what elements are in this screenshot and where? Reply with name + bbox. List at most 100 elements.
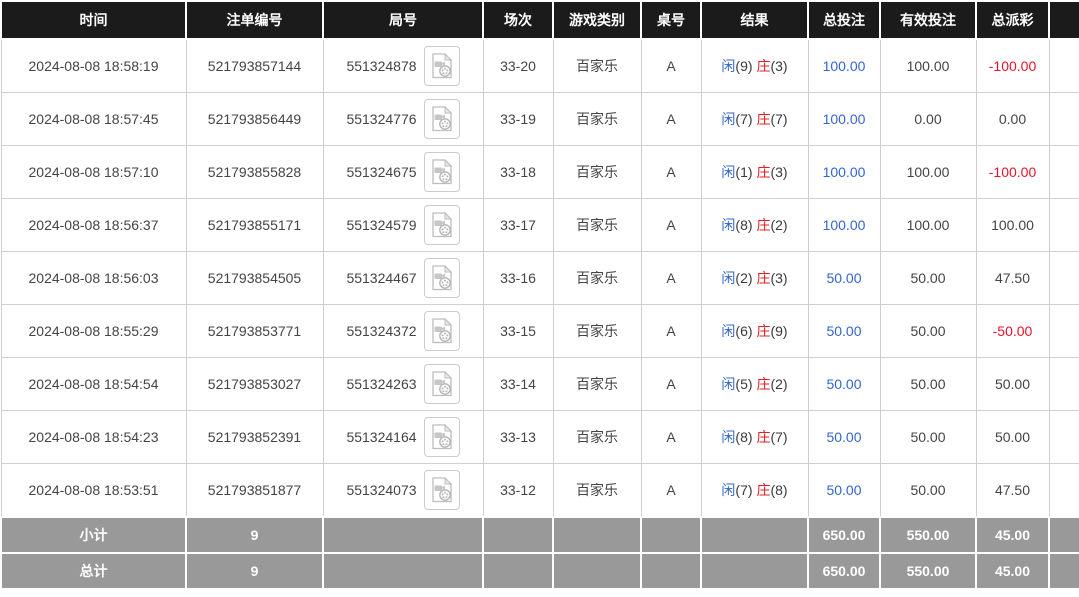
round-id-wrap: 551324878 — [326, 46, 481, 86]
video-replay-button[interactable] — [424, 152, 460, 192]
banker-result-score: (7) — [770, 429, 787, 445]
video-file-icon — [431, 477, 453, 503]
table-no-cell: A — [641, 39, 701, 93]
banker-result-label: 庄 — [756, 482, 770, 498]
video-file-icon — [431, 159, 453, 185]
banker-result-label: 庄 — [756, 376, 770, 392]
total-payout-cell: -100.00 — [976, 146, 1049, 199]
summary-empty-cell — [323, 517, 483, 553]
valid-bet-cell: 0.00 — [880, 93, 976, 146]
video-replay-button[interactable] — [424, 258, 460, 298]
subtotal-row: 小计9650.00550.0045.00 — [1, 517, 1079, 553]
result-cell: 闲(8) 庄(7) — [701, 411, 808, 464]
summary-total-bet-cell: 650.00 — [808, 553, 880, 589]
player-result-label: 闲 — [721, 58, 735, 74]
result-cell: 闲(9) 庄(3) — [701, 39, 808, 93]
video-replay-button[interactable] — [424, 311, 460, 351]
round-id-text: 551324579 — [346, 217, 416, 233]
total-bet-cell: 100.00 — [808, 146, 880, 199]
table-row: 2024-08-08 18:53:51521793851877551324073… — [1, 464, 1079, 518]
bet-id-cell: 521793851877 — [186, 464, 323, 518]
video-replay-button[interactable] — [424, 46, 460, 86]
result-cell: 闲(8) 庄(2) — [701, 199, 808, 252]
bet-id-cell: 521793854505 — [186, 252, 323, 305]
video-replay-button[interactable] — [424, 99, 460, 139]
valid-bet-cell: 50.00 — [880, 305, 976, 358]
table-row: 2024-08-08 18:54:54521793853027551324263… — [1, 358, 1079, 411]
result-cell: 闲(5) 庄(2) — [701, 358, 808, 411]
bet-id-cell: 521793856449 — [186, 93, 323, 146]
table-no-cell: A — [641, 93, 701, 146]
banker-result-label: 庄 — [756, 58, 770, 74]
overflow-cell — [1049, 517, 1079, 553]
time-cell: 2024-08-08 18:56:03 — [1, 252, 186, 305]
video-replay-button[interactable] — [424, 470, 460, 510]
round-id-text: 551324776 — [346, 111, 416, 127]
valid-bet-cell: 100.00 — [880, 199, 976, 252]
player-result-score: (9) — [735, 58, 752, 74]
player-result-score: (2) — [735, 270, 752, 286]
column-header-bet_id: 注单编号 — [186, 1, 323, 39]
session-cell: 33-20 — [483, 39, 553, 93]
round-id-text: 551324467 — [346, 270, 416, 286]
round-id-wrap: 551324263 — [326, 364, 481, 404]
summary-empty-cell — [323, 553, 483, 589]
total-bet-cell: 50.00 — [808, 305, 880, 358]
summary-empty-cell — [701, 553, 808, 589]
session-cell: 33-16 — [483, 252, 553, 305]
video-file-icon — [431, 318, 453, 344]
round-id-wrap: 551324675 — [326, 152, 481, 192]
banker-result-label: 庄 — [756, 270, 770, 286]
player-result-label: 闲 — [721, 429, 735, 445]
column-header-result: 结果 — [701, 1, 808, 39]
bet-id-cell: 521793855828 — [186, 146, 323, 199]
valid-bet-cell: 100.00 — [880, 146, 976, 199]
banker-result-score: (7) — [770, 111, 787, 127]
table-row: 2024-08-08 18:56:03521793854505 551324467… — [1, 252, 1079, 305]
summary-empty-cell — [701, 517, 808, 553]
banker-result-label: 庄 — [756, 429, 770, 445]
overflow-cell — [1049, 93, 1079, 146]
total-payout-cell: 100.00 — [976, 199, 1049, 252]
table-no-cell: A — [641, 199, 701, 252]
banker-result-score: (3) — [770, 164, 787, 180]
player-result-label: 闲 — [721, 270, 735, 286]
session-cell: 33-14 — [483, 358, 553, 411]
player-result-label: 闲 — [721, 111, 735, 127]
round-id-text: 551324675 — [346, 164, 416, 180]
video-replay-button[interactable] — [424, 417, 460, 457]
round-id-cell: 551324073 — [323, 464, 483, 518]
overflow-cell — [1049, 199, 1079, 252]
round-id-wrap: 551324164 — [326, 417, 481, 457]
round-id-cell: 551324164 — [323, 411, 483, 464]
game-type-cell: 百家乐 — [553, 199, 641, 252]
round-id-cell: 551324263 — [323, 358, 483, 411]
bet-id-cell: 521793852391 — [186, 411, 323, 464]
player-result-score: (6) — [735, 323, 752, 339]
total-payout-cell: -100.00 — [976, 39, 1049, 93]
banker-result-score: (2) — [770, 217, 787, 233]
summary-valid-bet-cell: 550.00 — [880, 517, 976, 553]
overflow-cell — [1049, 252, 1079, 305]
banker-result-score: (3) — [770, 270, 787, 286]
player-result-score: (1) — [735, 164, 752, 180]
summary-empty-cell — [553, 553, 641, 589]
time-cell: 2024-08-08 18:54:23 — [1, 411, 186, 464]
video-file-icon — [431, 265, 453, 291]
session-cell: 33-12 — [483, 464, 553, 518]
player-result-label: 闲 — [721, 482, 735, 498]
video-replay-button[interactable] — [424, 205, 460, 245]
result-cell: 闲(6) 庄(9) — [701, 305, 808, 358]
banker-result-score: (3) — [770, 58, 787, 74]
game-type-cell: 百家乐 — [553, 39, 641, 93]
round-id-cell: 551324467 — [323, 252, 483, 305]
video-replay-button[interactable] — [424, 364, 460, 404]
summary-empty-cell — [641, 553, 701, 589]
result-cell: 闲(7) 庄(8) — [701, 464, 808, 518]
table-no-cell: A — [641, 305, 701, 358]
column-header-total_payout: 总派彩 — [976, 1, 1049, 39]
table-row: 2024-08-08 18:56:37521793855171551324579… — [1, 199, 1079, 252]
total-bet-cell: 50.00 — [808, 464, 880, 518]
round-id-cell: 551324878 — [323, 39, 483, 93]
total-bet-cell: 100.00 — [808, 199, 880, 252]
